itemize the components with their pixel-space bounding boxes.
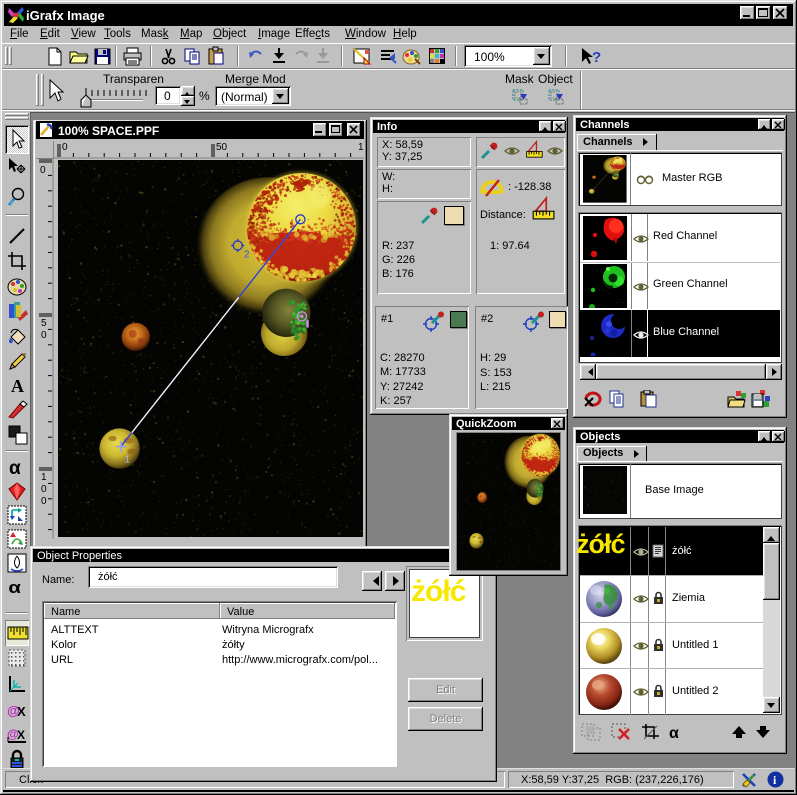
svg-text:α: α xyxy=(8,578,21,597)
svg-text:X: X xyxy=(17,728,25,742)
svg-text:A: A xyxy=(11,376,24,396)
svg-text:α: α xyxy=(669,725,679,741)
svg-text:X: X xyxy=(17,704,26,719)
svg-text:?: ? xyxy=(592,49,601,66)
svg-text:α: α xyxy=(9,458,21,479)
